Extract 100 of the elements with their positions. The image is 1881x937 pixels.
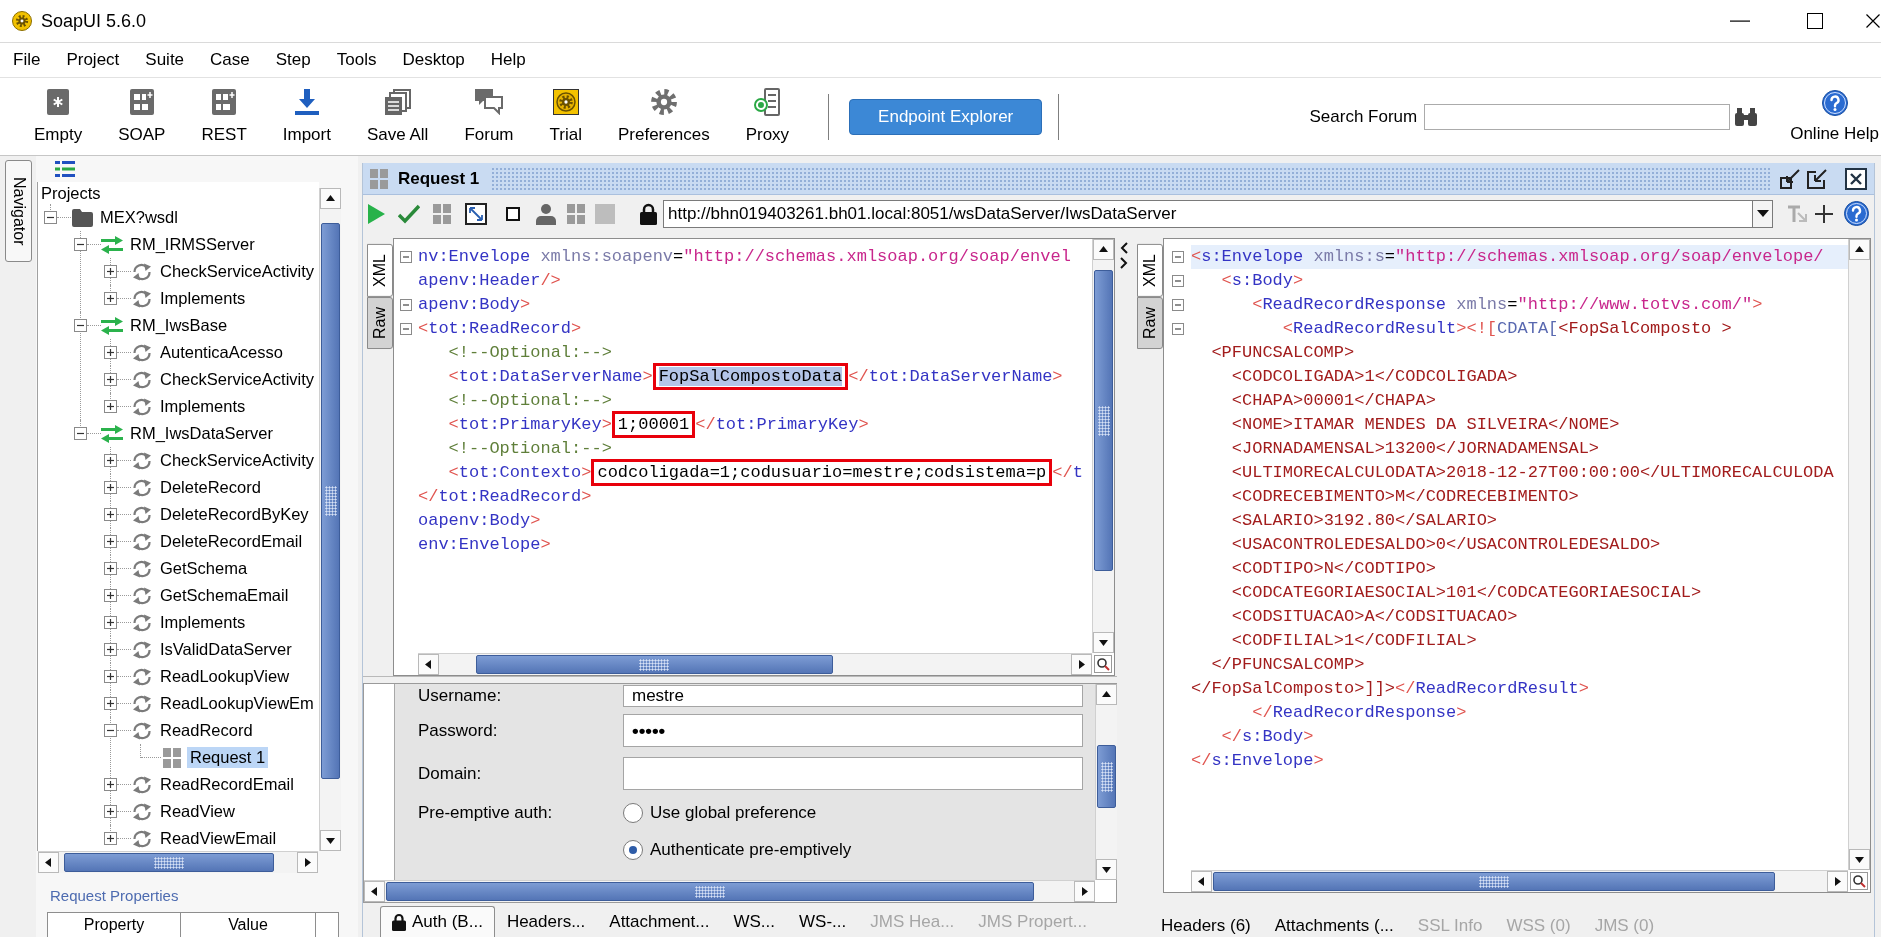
minus-box-icon[interactable] <box>44 211 57 224</box>
close-icon[interactable] <box>1845 167 1867 190</box>
tree-item[interactable]: CheckServiceActivity <box>157 369 318 390</box>
maximize-icon[interactable] <box>1807 13 1823 29</box>
arrow-right-icon[interactable] <box>297 852 318 873</box>
arrow-down-icon[interactable] <box>1849 849 1870 870</box>
tree-item[interactable]: RM_IwsBase <box>127 315 231 336</box>
minus-box-icon[interactable] <box>74 238 87 251</box>
tree-item[interactable]: GetSchemaEmail <box>157 585 292 606</box>
column-header[interactable]: Value <box>181 913 316 937</box>
menu-item[interactable]: Case <box>197 50 263 70</box>
radio-option[interactable]: Authenticate pre-emptively <box>623 840 852 860</box>
plus-box-icon[interactable] <box>104 589 117 602</box>
tree-item[interactable]: Implements <box>157 612 249 633</box>
horizontal-scrollbar[interactable] <box>418 653 1092 675</box>
tree-item[interactable]: Projects <box>38 182 104 204</box>
panel-tab[interactable]: Attachment... <box>597 906 722 937</box>
text-field[interactable] <box>623 757 1083 790</box>
plus-icon[interactable] <box>1815 204 1833 223</box>
tree-item[interactable]: DeleteRecord <box>157 477 264 498</box>
expand-box-icon[interactable] <box>465 202 487 225</box>
toolbar-button[interactable]: Save All <box>348 88 447 145</box>
column-header[interactable]: Property <box>48 913 181 937</box>
menu-item[interactable]: Desktop <box>389 50 478 70</box>
plus-box-icon[interactable] <box>104 400 117 413</box>
arrow-right-icon[interactable] <box>1071 654 1092 675</box>
tree-item[interactable]: DeleteRecordEmail <box>157 531 306 552</box>
panel-tab[interactable]: Attachments (... <box>1262 913 1406 937</box>
plus-box-icon[interactable] <box>104 292 117 305</box>
toolbar-button[interactable]: Preferences <box>599 88 728 145</box>
tree-item[interactable]: ReadView <box>157 801 238 822</box>
toolbar-button[interactable]: Empty <box>16 88 101 145</box>
plus-box-icon[interactable] <box>104 670 117 683</box>
plus-box-icon[interactable] <box>104 616 117 629</box>
tree-item[interactable]: RM_IwsDataServer <box>127 423 277 444</box>
plus-box-icon[interactable] <box>104 778 117 791</box>
tree-item[interactable]: MEX?wsdl <box>97 207 181 228</box>
collapse-box-icon[interactable] <box>400 251 412 263</box>
online-help-button[interactable]: Online Help <box>1790 89 1879 144</box>
menu-item[interactable]: Suite <box>132 50 198 70</box>
plus-box-icon[interactable] <box>104 805 117 818</box>
chevron-left-icon[interactable] <box>1119 242 1128 254</box>
plus-box-icon[interactable] <box>104 643 117 656</box>
box-arrow-icon[interactable] <box>1807 168 1827 189</box>
horizontal-scrollbar[interactable] <box>38 851 318 873</box>
horizontal-scrollbar[interactable] <box>364 880 1095 902</box>
tree-item[interactable]: ReadLookupView <box>157 666 293 687</box>
vertical-scrollbar[interactable] <box>319 188 341 851</box>
panel-tab[interactable]: WS-... <box>787 906 859 937</box>
search-field[interactable] <box>1424 103 1731 130</box>
tree-item[interactable]: CheckServiceActivity <box>157 450 318 471</box>
scrollbar-thumb[interactable] <box>475 655 833 674</box>
menu-item[interactable]: Step <box>262 50 324 70</box>
panel-tab[interactable]: Headers... <box>494 906 598 937</box>
dropdown-button[interactable] <box>1753 199 1773 228</box>
box-arrow-icon[interactable] <box>1780 168 1800 189</box>
tree-item[interactable]: AutenticaAcesso <box>157 342 286 363</box>
tree-item[interactable]: Implements <box>157 396 249 417</box>
scrollbar-thumb[interactable] <box>1094 269 1113 572</box>
panel-tab[interactable]: Headers (6) <box>1149 913 1263 937</box>
menu-item[interactable]: Project <box>53 50 133 70</box>
tree-item[interactable]: ReadViewEmail <box>157 828 280 849</box>
collapse-box-icon[interactable] <box>1171 323 1184 335</box>
collapse-box-icon[interactable] <box>400 299 412 311</box>
menu-item[interactable]: File <box>0 50 54 70</box>
minus-box-icon[interactable] <box>104 724 117 737</box>
tree-item[interactable]: RM_IRMSServer <box>127 234 258 255</box>
collapse-box-icon[interactable] <box>1171 275 1184 287</box>
endpoint-field[interactable]: http://bhn019403261.bh01.local:8051/wsDataServer/IwsDataServer <box>663 199 1753 228</box>
tree-item[interactable]: Implements <box>157 288 249 309</box>
plus-box-icon[interactable] <box>104 697 117 710</box>
editor-tab[interactable]: Raw <box>1137 296 1163 349</box>
plus-box-icon[interactable] <box>104 481 117 494</box>
tree-item[interactable]: GetSchema <box>157 558 251 579</box>
toolbar-button[interactable]: Import <box>264 88 349 145</box>
magnifier-icon[interactable] <box>1850 872 1868 890</box>
panel-tab[interactable]: WS... <box>721 906 788 937</box>
scrollbar-thumb[interactable] <box>63 853 275 872</box>
toolbar-button[interactable]: Proxy <box>727 88 808 145</box>
magnifier-icon[interactable] <box>1094 655 1112 673</box>
drag-handle[interactable] <box>491 167 1770 190</box>
toolbar-button[interactable]: SOAP <box>100 88 184 145</box>
tree-item[interactable]: Request 1 <box>187 747 269 768</box>
list-icon[interactable] <box>55 161 75 177</box>
help-icon[interactable] <box>1844 201 1869 226</box>
close-icon[interactable] <box>1866 14 1880 28</box>
editor-tab[interactable]: XML <box>1137 244 1163 297</box>
arrow-up-icon[interactable] <box>1849 239 1870 260</box>
plus-box-icon[interactable] <box>104 265 117 278</box>
panel-tab[interactable]: Auth (B... <box>380 906 495 937</box>
tree-item[interactable]: DeleteRecordByKey <box>157 504 312 525</box>
arrow-right-icon[interactable] <box>1827 871 1848 892</box>
collapse-box-icon[interactable] <box>400 323 412 335</box>
plus-box-icon[interactable] <box>104 454 117 467</box>
scrollbar-thumb[interactable] <box>1097 744 1116 809</box>
plus-box-icon[interactable] <box>104 832 117 845</box>
radio-option[interactable]: Use global preference <box>623 803 817 823</box>
chevron-right-icon[interactable] <box>1119 257 1128 269</box>
editor-tab[interactable]: Raw <box>367 296 393 349</box>
arrow-down-icon[interactable] <box>1093 632 1114 653</box>
